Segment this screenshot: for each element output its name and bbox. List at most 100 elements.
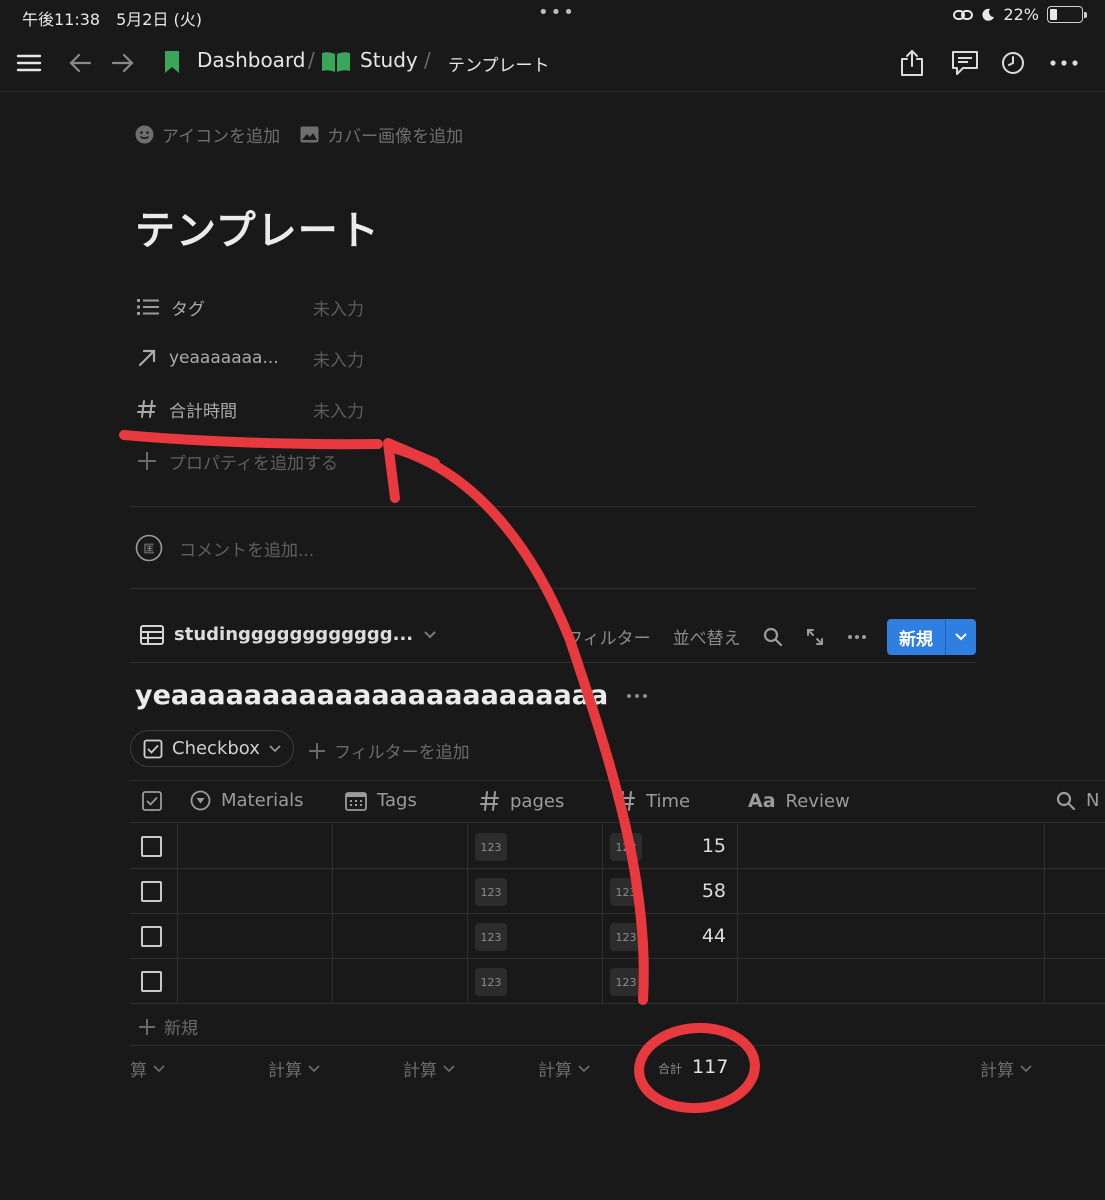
status-indicators: 22% <box>953 5 1087 24</box>
column-header-review[interactable]: Aa Review <box>748 790 850 812</box>
text-type-icon: Aa <box>748 790 776 812</box>
filter-button[interactable]: フィルター <box>566 624 651 649</box>
row-checkbox[interactable] <box>141 926 162 947</box>
bookmark-icon <box>162 50 182 74</box>
calendar-icon <box>345 791 367 811</box>
add-new-row-button[interactable]: 新規 <box>138 1014 198 1039</box>
add-comment-row[interactable]: 匡 コメントを追加... <box>135 534 314 562</box>
page-header-actions: アイコンを追加 カバー画像を追加 <box>135 122 463 147</box>
calculate-dropdown[interactable]: 計算 <box>980 1056 1032 1081</box>
new-button-label[interactable]: 新規 <box>887 619 946 655</box>
sum-label: 合計 <box>658 1062 683 1076</box>
status-time-date: 午後11:38 5月2日 (火) <box>22 10 203 29</box>
table-row[interactable]: 123 123 15 <box>130 824 1105 869</box>
chevron-down-icon <box>269 744 281 752</box>
filter-chip-label: Checkbox <box>172 738 260 759</box>
property-row-relation[interactable]: yeaaaaaaa... 未入力 <box>137 338 977 378</box>
expand-icon[interactable] <box>805 627 825 647</box>
smiley-icon <box>135 125 154 144</box>
column-header-materials[interactable]: Materials <box>190 790 304 811</box>
property-value[interactable]: 未入力 <box>313 295 364 320</box>
list-icon <box>137 299 159 315</box>
calculate-dropdown[interactable]: 計算 <box>538 1056 590 1081</box>
link-icon <box>953 8 974 22</box>
divider <box>130 588 976 589</box>
add-icon-button[interactable]: アイコンを追加 <box>135 122 280 147</box>
back-arrow-icon[interactable] <box>63 46 97 80</box>
filter-chip[interactable]: Checkbox <box>130 730 294 767</box>
add-property-label: プロパティを追加する <box>169 453 338 474</box>
sort-button[interactable]: 並べ替え <box>673 624 741 649</box>
battery-percent: 22% <box>1003 5 1039 24</box>
comments-icon[interactable] <box>948 46 982 80</box>
number-type-badge: 123 <box>610 878 642 906</box>
time-cell[interactable]: 44 <box>666 925 726 947</box>
more-options-icon[interactable] <box>1047 46 1081 80</box>
row-checkbox[interactable] <box>141 881 162 902</box>
chevron-down-icon <box>424 630 436 638</box>
chevron-down-icon <box>308 1064 320 1072</box>
number-type-badge: 123 <box>475 878 507 906</box>
breadcrumb-current-page[interactable]: テンプレート <box>448 51 550 76</box>
new-row-label: 新規 <box>164 1019 198 1039</box>
new-entry-button[interactable]: 新規 <box>887 619 976 655</box>
time-sum-calculation[interactable]: 合計 117 <box>658 1056 728 1078</box>
table-row[interactable]: 123 123 <box>130 959 1105 1004</box>
share-icon[interactable] <box>895 46 929 80</box>
select-all-checkbox[interactable] <box>142 791 162 811</box>
add-comment-placeholder[interactable]: コメントを追加... <box>179 536 314 561</box>
add-filter-button[interactable]: フィルターを追加 <box>308 738 470 763</box>
forward-arrow-icon[interactable] <box>106 46 140 80</box>
multitask-dots-icon[interactable]: ••• <box>538 2 576 23</box>
chevron-down-icon <box>443 1064 455 1072</box>
table-row[interactable]: 123 123 44 <box>130 914 1105 959</box>
page-title[interactable]: テンプレート <box>135 198 380 256</box>
add-cover-label: カバー画像を追加 <box>327 127 464 147</box>
add-property-button[interactable]: プロパティを追加する <box>137 441 977 481</box>
history-clock-icon[interactable] <box>996 46 1030 80</box>
moon-icon <box>981 8 995 22</box>
database-view-title[interactable]: yeaaaaaaaaaaaaaaaaaaaaaaaa <box>135 680 648 711</box>
more-options-icon[interactable] <box>626 693 648 699</box>
number-type-badge: 123 <box>610 833 642 861</box>
number-hash-icon <box>137 400 156 418</box>
property-value[interactable]: 未入力 <box>313 346 364 371</box>
property-row-tags[interactable]: タグ 未入力 <box>137 287 977 327</box>
breadcrumb-study[interactable]: Study <box>360 48 418 72</box>
calculate-dropdown[interactable]: 計算 <box>268 1056 320 1081</box>
avatar: 匡 <box>135 534 163 562</box>
calculate-dropdown[interactable]: 計算 <box>403 1056 455 1081</box>
breadcrumb-separator: / <box>424 48 431 72</box>
checkbox-icon <box>143 739 163 758</box>
chevron-down-icon <box>153 1064 165 1072</box>
column-header-next[interactable]: N <box>1056 790 1099 811</box>
property-value[interactable]: 未入力 <box>313 397 364 422</box>
top-navigation-bar: Dashboard / Study / テンプレート <box>0 34 1105 92</box>
column-header-pages[interactable]: pages <box>480 790 564 812</box>
view-title-text: yeaaaaaaaaaaaaaaaaaaaaaaaa <box>135 680 609 711</box>
add-cover-button[interactable]: カバー画像を追加 <box>300 122 463 147</box>
column-header-tags[interactable]: Tags <box>345 790 417 811</box>
divider <box>130 662 976 663</box>
row-checkbox[interactable] <box>141 836 162 857</box>
property-name: タグ <box>171 299 205 320</box>
search-icon[interactable] <box>763 627 783 647</box>
more-options-icon[interactable] <box>847 634 867 640</box>
column-header-time[interactable]: Time <box>616 790 690 812</box>
property-name: yeaaaaaaa... <box>169 348 279 368</box>
time-cell[interactable]: 58 <box>666 880 726 902</box>
breadcrumb-dashboard[interactable]: Dashboard <box>197 48 306 72</box>
number-type-badge: 123 <box>610 968 642 996</box>
calculate-dropdown[interactable]: 算 <box>130 1056 165 1081</box>
number-hash-icon <box>480 791 499 811</box>
search-icon <box>1056 791 1076 810</box>
menu-icon[interactable] <box>12 46 46 80</box>
time-cell[interactable]: 15 <box>666 835 726 857</box>
chevron-down-icon[interactable] <box>946 619 976 655</box>
table-row[interactable]: 123 123 58 <box>130 869 1105 914</box>
property-name: 合計時間 <box>169 401 237 422</box>
property-row-total-time[interactable]: 合計時間 未入力 <box>137 389 977 429</box>
image-icon <box>300 126 319 143</box>
database-source-selector[interactable]: studingggggggggggg... <box>140 624 437 645</box>
row-checkbox[interactable] <box>141 971 162 992</box>
